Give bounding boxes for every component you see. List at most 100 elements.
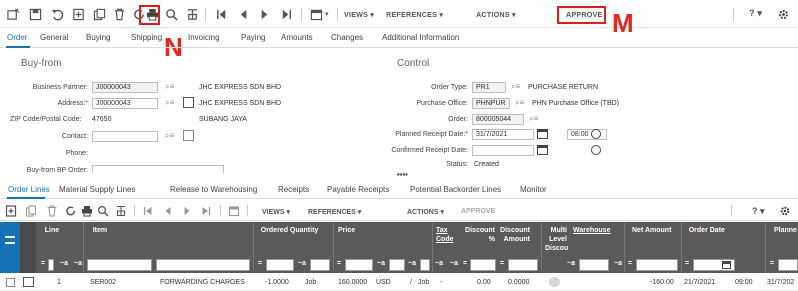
address-lookup-icon[interactable]: ⌕≡ [165, 98, 174, 108]
tab-payable-receipts[interactable]: Payable Receipts [327, 185, 389, 194]
tab-order-lines[interactable]: Order Lines [8, 185, 50, 194]
filter-qty-unit[interactable] [310, 259, 330, 271]
cell-currency[interactable]: USD [376, 279, 391, 286]
col-line[interactable]: *Line [42, 226, 59, 235]
cell-tax-dash[interactable]: - [440, 279, 442, 286]
grid-first-icon[interactable] [141, 204, 155, 218]
filter-warehouse[interactable] [579, 259, 609, 271]
multi-level-discount-indicator[interactable] [549, 277, 560, 287]
col-discount-amount[interactable]: Discount Amount [496, 226, 530, 244]
contact-details-icon[interactable] [183, 130, 194, 141]
filter-net-amount[interactable] [636, 259, 678, 271]
tab-material-supply-lines[interactable]: Material Supply Lines [59, 185, 135, 194]
search-icon[interactable] [163, 6, 179, 22]
filter-qty[interactable] [266, 259, 294, 271]
col-warehouse[interactable]: Warehouse [573, 226, 610, 235]
filter-op-qty[interactable]: = [258, 260, 262, 267]
filter-op-discount[interactable]: = [463, 260, 467, 267]
tab-amounts[interactable]: Amounts [281, 33, 313, 42]
calendar-dropdown-icon[interactable]: ▾ [325, 10, 329, 18]
filter-price[interactable] [345, 259, 373, 271]
filter-currency[interactable] [389, 259, 405, 271]
filter-op-warehouse-2[interactable]: ~a [614, 260, 622, 267]
views-menu[interactable]: VIEWS ▾ [344, 10, 374, 19]
filter-order-date-calendar-icon[interactable] [722, 261, 731, 269]
cell-line[interactable]: 1 [57, 279, 61, 286]
tab-order[interactable]: Order [7, 33, 27, 42]
tab-additional-information[interactable]: Additional Information [382, 33, 459, 42]
planned-receipt-clock-icon[interactable] [591, 129, 601, 139]
tab-receipts[interactable]: Receipts [278, 185, 309, 194]
tab-shipping[interactable]: Shipping [131, 33, 165, 42]
planned-receipt-calendar-icon[interactable] [537, 129, 548, 139]
col-tax-code[interactable]: Tax Code [436, 226, 454, 244]
col-ordered-quantity[interactable]: *Ordered Quantity [258, 226, 318, 235]
filter-op-item-2[interactable]: ~a [74, 260, 82, 267]
order-lookup-icon[interactable]: ⌕≡ [529, 114, 538, 124]
previous-record-icon[interactable] [235, 6, 251, 22]
row-details-icon[interactable] [23, 277, 34, 287]
cell-qty-unit[interactable]: Job [305, 279, 316, 286]
grid-search-icon[interactable] [96, 204, 110, 218]
grid-duplicate-icon[interactable] [24, 204, 38, 218]
filter-op-unit[interactable]: ~a [408, 260, 416, 267]
filter-planned[interactable] [778, 259, 798, 271]
first-record-icon[interactable] [213, 6, 229, 22]
grid-next-icon[interactable] [180, 204, 194, 218]
filter-unit[interactable] [420, 259, 430, 271]
filter-op-net[interactable]: = [628, 260, 632, 267]
cell-order-date[interactable]: 21/7/2021 [684, 279, 715, 286]
binoculars-icon[interactable] [184, 6, 200, 22]
filter-item[interactable] [87, 259, 152, 271]
grid-references-menu[interactable]: REFERENCES ▾ [308, 208, 361, 216]
cell-net-amount[interactable]: -160.00 [650, 279, 674, 286]
actions-menu[interactable]: ACTIONS ▾ [476, 10, 516, 19]
last-record-icon[interactable] [278, 6, 294, 22]
col-item[interactable]: *Item [90, 226, 107, 235]
undo-icon[interactable] [49, 6, 65, 22]
business-partner-lookup-icon[interactable]: ⌕≡ [165, 82, 174, 92]
col-discount-pct[interactable]: Discount% [460, 226, 495, 244]
planned-receipt-date-field[interactable]: 31/7/2021 [472, 129, 534, 140]
business-partner-field[interactable]: J00000043 [92, 82, 158, 93]
duplicate-icon[interactable] [91, 6, 107, 22]
order-type-field[interactable]: PR1 [472, 82, 506, 93]
grid-views-menu[interactable]: VIEWS ▾ [262, 208, 290, 216]
grid-new-icon[interactable] [4, 204, 18, 218]
delete-icon[interactable] [111, 6, 127, 22]
address-field[interactable]: J00000043 [92, 98, 158, 109]
select-all-icon[interactable] [5, 236, 15, 244]
help-menu[interactable]: ? ▾ [749, 8, 762, 19]
tab-changes[interactable]: Changes [331, 33, 363, 42]
grid-previous-icon[interactable] [161, 204, 175, 218]
filter-op-warehouse[interactable]: ~a [567, 260, 575, 267]
personalize-icon[interactable] [5, 6, 21, 22]
filter-op-planned[interactable]: = [770, 260, 774, 267]
buy-from-bp-order-field[interactable] [92, 165, 224, 173]
filter-op-order-date[interactable]: = [685, 260, 689, 267]
tab-monitor[interactable]: Monitor [520, 185, 547, 194]
cell-discount-amount[interactable]: 0.0000 [508, 279, 529, 286]
grid-last-icon[interactable] [199, 204, 213, 218]
col-price[interactable]: Price [338, 226, 355, 235]
cell-description[interactable]: FORWARDING CHARGES [160, 279, 245, 286]
purchase-office-field[interactable]: PHNPUR [472, 98, 510, 109]
filter-op-item[interactable]: ~a [60, 260, 68, 267]
grid-settings-gear-icon[interactable] [778, 204, 792, 218]
contact-field[interactable] [92, 131, 158, 142]
cell-item[interactable]: SER002 [90, 279, 116, 286]
tab-general[interactable]: General [40, 33, 68, 42]
planned-receipt-time-field[interactable]: 08:00 [567, 129, 607, 140]
cell-order-time[interactable]: 09:00 [735, 279, 753, 286]
confirmed-receipt-calendar-icon[interactable] [537, 145, 548, 155]
tab-potential-backorder-lines[interactable]: Potential Backorder Lines [410, 185, 501, 194]
grid-refresh-icon[interactable] [64, 204, 78, 218]
col-net-amount[interactable]: Net Amount [632, 226, 671, 235]
new-icon[interactable] [70, 6, 86, 22]
filter-line[interactable] [48, 259, 54, 271]
settings-gear-icon[interactable] [775, 6, 791, 22]
table-row[interactable] [0, 273, 798, 291]
confirmed-receipt-date-field[interactable] [472, 145, 534, 156]
grid-print-icon[interactable] [80, 204, 94, 218]
next-record-icon[interactable] [256, 6, 272, 22]
